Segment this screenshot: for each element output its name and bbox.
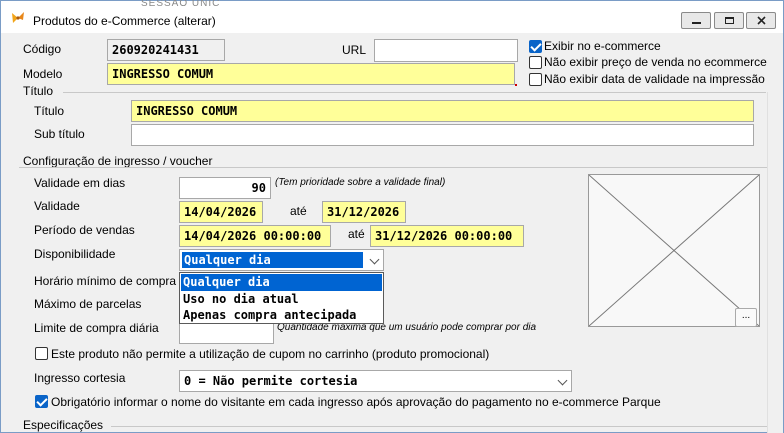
title-bar[interactable]: SESSAO UNIC Produtos do e-Commerce (alte… <box>1 0 783 33</box>
validade-dias-hint: (Tem prioridade sobre a validade final) <box>275 177 446 188</box>
validade-dias-label: Validade em dias <box>34 176 126 190</box>
subtitulo-label: Sub título <box>34 127 85 141</box>
periodo-ate-label: até <box>348 227 365 241</box>
modelo-label: Modelo <box>23 67 63 81</box>
titulo-label: Título <box>34 104 65 118</box>
validade-inicio-field[interactable]: 14/04/2026 <box>179 201 263 223</box>
cortesia-select[interactable]: 0 = Não permite cortesia <box>179 370 572 392</box>
maximize-icon <box>725 17 734 24</box>
cupom-checkbox[interactable] <box>35 347 48 360</box>
disponibilidade-select[interactable]: Qualquer dia <box>179 249 384 271</box>
minimize-button[interactable] <box>681 12 711 29</box>
disponibilidade-dropdown-list: Qualquer dia Uso no dia atual Apenas com… <box>179 272 384 324</box>
chevron-down-icon <box>557 375 568 386</box>
nao-exibir-validade-checkbox[interactable] <box>529 73 542 86</box>
product-window: SESSAO UNIC Produtos do e-Commerce (alte… <box>0 0 784 433</box>
subtitulo-input[interactable] <box>131 124 754 146</box>
minimize-icon <box>692 22 701 24</box>
titulo-group-border <box>63 92 766 93</box>
dropdown-option-qualquer-dia[interactable]: Qualquer dia <box>181 274 382 291</box>
validade-dias-input[interactable]: 90 <box>179 177 271 199</box>
config-group-border <box>19 167 767 168</box>
image-browse-button[interactable]: ... <box>735 308 757 327</box>
titulo-group-legend: Título <box>23 84 54 98</box>
disponibilidade-label: Disponibilidade <box>34 247 116 261</box>
nao-exibir-preco-checkbox[interactable] <box>529 56 542 69</box>
periodo-label: Período de vendas <box>34 223 135 237</box>
periodo-inicio-field[interactable]: 14/04/2026 00:00:00 <box>179 225 331 247</box>
especificacoes-border <box>111 426 767 427</box>
window-title: Produtos do e-Commerce (alterar) <box>33 14 216 28</box>
disponibilidade-value: Qualquer dia <box>184 253 271 267</box>
cupom-label: Este produto não permite a utilização de… <box>51 347 490 361</box>
modelo-field[interactable]: INGRESSO COMUM <box>107 63 515 85</box>
cortesia-label: Ingresso cortesia <box>34 371 126 385</box>
limite-label: Limite de compra diária <box>34 321 159 335</box>
titulo-field[interactable]: INGRESSO COMUM <box>131 100 754 122</box>
url-label: URL <box>342 43 367 57</box>
background-window-text: SESSAO UNIC <box>141 0 221 9</box>
nao-exibir-preco-label: Não exibir preço de venda no ecommerce <box>544 55 767 69</box>
validade-label: Validade <box>34 199 80 213</box>
maximize-button[interactable] <box>714 12 744 29</box>
app-icon <box>12 12 24 23</box>
close-button[interactable] <box>746 12 776 29</box>
especificacoes-legend: Especificações <box>23 418 104 432</box>
dropdown-option-uso-dia-atual[interactable]: Uso no dia atual <box>181 291 382 308</box>
codigo-label: Código <box>23 42 62 56</box>
required-marker <box>515 84 517 86</box>
vertical-scrollbar[interactable] <box>767 92 783 433</box>
product-image-placeholder <box>588 174 760 327</box>
limite-input[interactable] <box>179 322 274 344</box>
visitante-label: Obrigatório informar o nome do visitante… <box>51 395 661 409</box>
periodo-fim-field[interactable]: 31/12/2026 00:00:00 <box>370 225 524 247</box>
image-placeholder-icon <box>589 175 759 326</box>
dropdown-option-compra-antecipada[interactable]: Apenas compra antecipada <box>181 307 382 324</box>
close-icon <box>757 16 766 25</box>
horario-label: Horário mínimo de compra <box>34 274 177 288</box>
config-group-legend: Configuração de ingresso / voucher <box>23 154 213 168</box>
exibir-ecommerce-checkbox[interactable] <box>529 40 542 53</box>
parcelas-label: Máximo de parcelas <box>34 297 142 311</box>
exibir-ecommerce-label: Exibir no e-commerce <box>544 39 661 53</box>
visitante-checkbox[interactable] <box>35 395 48 408</box>
validade-fim-field[interactable]: 31/12/2026 <box>322 201 406 223</box>
nao-exibir-validade-label: Não exibir data de validade na impressão <box>544 72 765 86</box>
validade-ate-label: até <box>290 204 307 218</box>
cortesia-value: 0 = Não permite cortesia <box>184 374 358 388</box>
url-input[interactable] <box>374 39 518 62</box>
chevron-down-icon <box>369 254 380 265</box>
codigo-field[interactable]: 260920241431 <box>107 39 225 61</box>
